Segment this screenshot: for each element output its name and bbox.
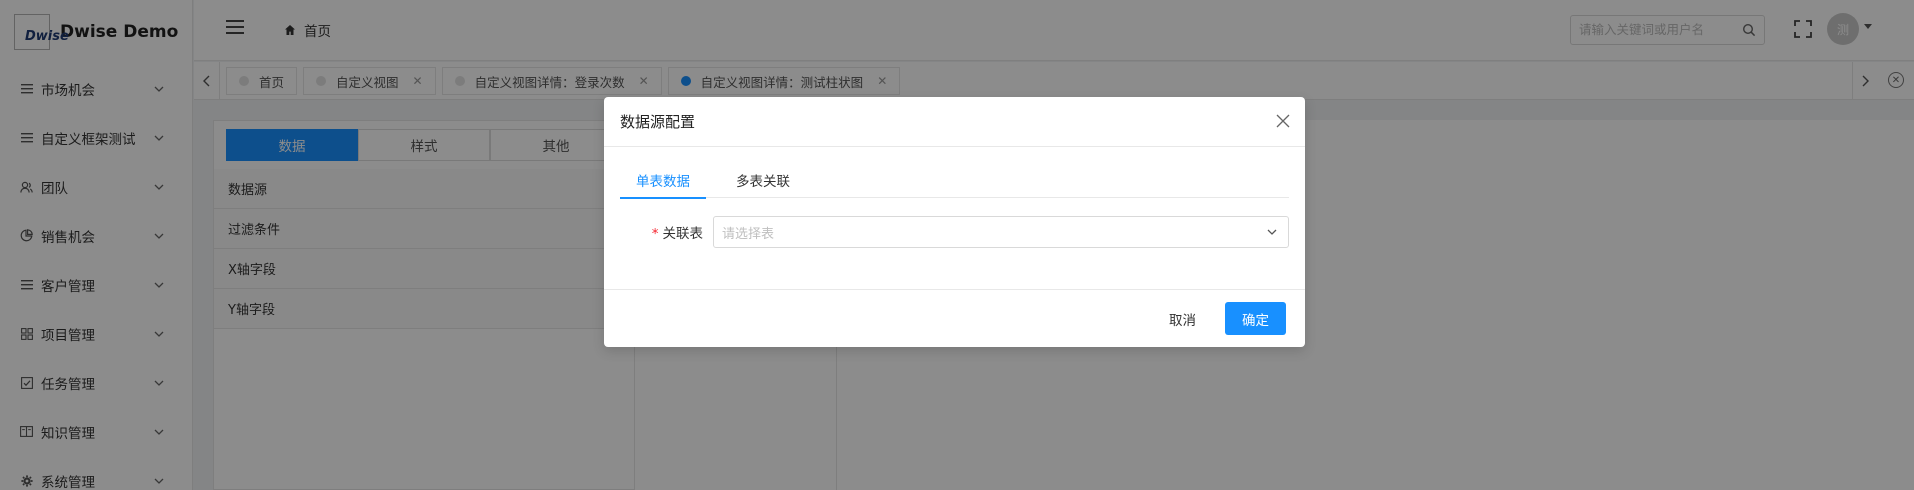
related-table-label: * 关联表 — [620, 222, 713, 242]
required-mark: * — [651, 226, 659, 242]
related-table-row: * 关联表 请选择表 — [620, 215, 1289, 249]
dialog-title: 数据源配置 — [620, 113, 696, 131]
chevron-down-icon — [1267, 229, 1277, 235]
cancel-button[interactable]: 取消 — [1154, 303, 1211, 335]
dialog-footer: 取消 确定 — [604, 289, 1305, 347]
close-icon[interactable] — [1275, 113, 1291, 129]
related-table-select[interactable]: 请选择表 — [713, 216, 1289, 248]
confirm-button[interactable]: 确定 — [1225, 302, 1286, 335]
tab-single-table[interactable]: 单表数据 — [620, 162, 706, 199]
field-label-text: 关联表 — [662, 226, 704, 242]
tab-multi-table[interactable]: 多表关联 — [720, 162, 806, 198]
dialog-tabs: 单表数据 多表关联 — [620, 162, 1289, 199]
app-page: Dwise Dwise Demo 市场机会 自定义框架测试 团队 销售机会 客户… — [0, 0, 1914, 490]
dialog-header: 数据源配置 — [604, 97, 1305, 147]
select-placeholder: 请选择表 — [722, 226, 775, 242]
datasource-config-dialog: 数据源配置 单表数据 多表关联 * 关联表 请选择表 取消 确定 — [604, 97, 1305, 347]
